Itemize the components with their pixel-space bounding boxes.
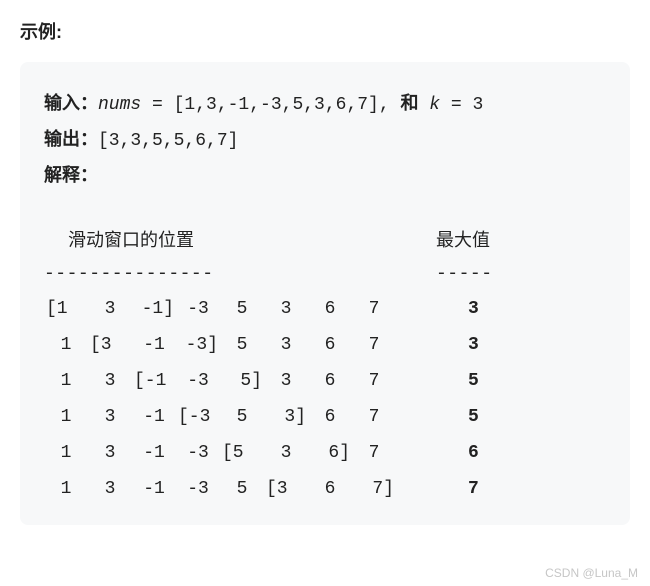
cell: 7] (352, 471, 396, 507)
cell: [5 (220, 435, 264, 471)
explain-label: 解释： (44, 165, 98, 185)
cell: 1 (44, 327, 88, 363)
cell: [-1 (132, 363, 176, 399)
table-row: 13[-1-35]3675 (44, 363, 606, 399)
cell: 1 (44, 399, 88, 435)
max-value: 5 (436, 399, 556, 435)
cell: -3 (176, 471, 220, 507)
cell: -3 (176, 435, 220, 471)
window-cells: 13-1-35[367] (44, 471, 436, 507)
cell: [-3 (176, 399, 220, 435)
cell: 1 (44, 363, 88, 399)
table-row: [13-1]-353673 (44, 291, 606, 327)
output-line: 输出：[3,3,5,5,6,7] (44, 122, 606, 158)
max-value: 7 (436, 471, 556, 507)
cell: -3] (176, 327, 220, 363)
window-cells: 1[3-1-3]5367 (44, 327, 436, 363)
cell: 3 (264, 291, 308, 327)
cell: 3] (264, 399, 308, 435)
max-value: 6 (436, 435, 556, 471)
and-text: 和 (400, 93, 418, 113)
window-cells: [13-1]-35367 (44, 291, 436, 327)
cell: 7 (352, 435, 396, 471)
k-value: 3 (473, 95, 484, 115)
table-header: 滑动窗口的位置 最大值 (44, 223, 606, 257)
cell: 3 (88, 363, 132, 399)
cell: 5 (220, 399, 264, 435)
cell: 7 (352, 363, 396, 399)
cell: 6] (308, 435, 352, 471)
eq2: = (440, 95, 472, 115)
cell: 3 (88, 291, 132, 327)
max-value: 3 (436, 291, 556, 327)
output-label: 输出： (44, 129, 98, 149)
cell: [3 (264, 471, 308, 507)
example-block: 示例: 输入：nums = [1,3,-1,-3,5,3,6,7], 和 k =… (0, 0, 650, 586)
cell: -3 (176, 363, 220, 399)
cell: -1 (132, 435, 176, 471)
nums-value: [1,3,-1,-3,5,3,6,7] (174, 95, 379, 115)
table-row: 13-1[-353]675 (44, 399, 606, 435)
cell: 3 (88, 435, 132, 471)
cell: 1 (44, 471, 88, 507)
table-body: [13-1]-3536731[3-1-3]5367313[-1-35]36751… (44, 291, 606, 507)
example-title: 示例: (20, 18, 630, 44)
cell: 6 (308, 399, 352, 435)
cell: 3 (264, 363, 308, 399)
cell: 7 (352, 291, 396, 327)
cell: 3 (264, 327, 308, 363)
input-label: 输入： (44, 93, 98, 113)
cell: -3 (176, 291, 220, 327)
cell: -1] (132, 291, 176, 327)
table-row: 13-1-3[536]76 (44, 435, 606, 471)
watermark: CSDN @Luna_M (545, 566, 638, 580)
input-line: 输入：nums = [1,3,-1,-3,5,3,6,7], 和 k = 3 (44, 86, 606, 122)
explain-line: 解释： (44, 158, 606, 194)
divider-pos: --------------- (44, 257, 436, 291)
window-cells: 13[-1-35]367 (44, 363, 436, 399)
cell: 6 (308, 471, 352, 507)
cell: 6 (308, 291, 352, 327)
cell: -1 (132, 327, 176, 363)
divider-max: ----- (436, 257, 556, 291)
cell: 6 (308, 327, 352, 363)
cell: 6 (308, 363, 352, 399)
cell: 7 (352, 327, 396, 363)
cell: -1 (132, 471, 176, 507)
spacer (44, 195, 606, 223)
nums-var: nums (98, 95, 141, 115)
cell: -1 (132, 399, 176, 435)
cell: 5 (220, 327, 264, 363)
cell: 3 (88, 399, 132, 435)
header-position: 滑动窗口的位置 (44, 223, 436, 257)
cell: 7 (352, 399, 396, 435)
max-value: 3 (436, 327, 556, 363)
cell: 3 (264, 435, 308, 471)
window-cells: 13-1-3[536]7 (44, 435, 436, 471)
cell: 5] (220, 363, 264, 399)
cell: [1 (44, 291, 88, 327)
table-divider: --------------- ----- (44, 257, 606, 291)
cell: 5 (220, 291, 264, 327)
output-value: [3,3,5,5,6,7] (98, 131, 238, 151)
code-box: 输入：nums = [1,3,-1,-3,5,3,6,7], 和 k = 3 输… (20, 62, 630, 525)
window-cells: 13-1[-353]67 (44, 399, 436, 435)
table-row: 13-1-35[367]7 (44, 471, 606, 507)
header-max: 最大值 (436, 223, 556, 257)
cell: [3 (88, 327, 132, 363)
max-value: 5 (436, 363, 556, 399)
table-row: 1[3-1-3]53673 (44, 327, 606, 363)
eq1: = (141, 95, 173, 115)
cell: 1 (44, 435, 88, 471)
cell: 5 (220, 471, 264, 507)
cell: 3 (88, 471, 132, 507)
k-var: k (429, 95, 440, 115)
comma: , (379, 95, 401, 115)
